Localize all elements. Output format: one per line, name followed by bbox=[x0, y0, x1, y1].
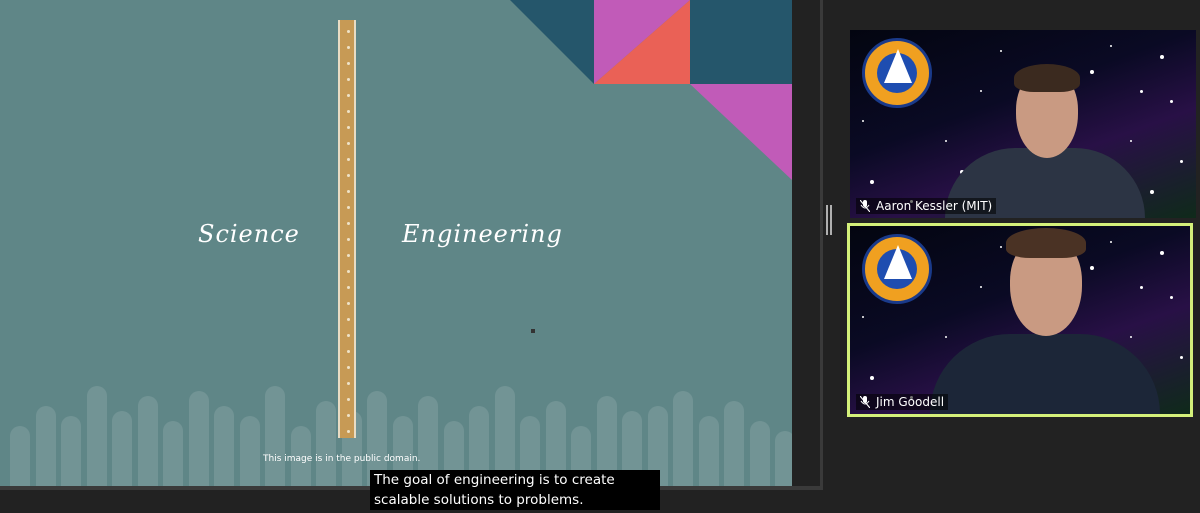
ruler-tick bbox=[347, 286, 350, 289]
decorative-bar bbox=[112, 411, 132, 486]
ruler-tick bbox=[347, 382, 350, 385]
ruler-tick bbox=[347, 398, 350, 401]
slide-word-science: Science bbox=[198, 220, 300, 248]
ruler-tick bbox=[347, 318, 350, 321]
star bbox=[870, 376, 874, 380]
topkit-workshop-badge-icon bbox=[862, 38, 932, 108]
star bbox=[980, 286, 982, 288]
star bbox=[1180, 356, 1183, 359]
decorative-bar bbox=[698, 416, 719, 486]
star bbox=[1140, 90, 1143, 93]
ruler-tick bbox=[347, 350, 350, 353]
magenta-corner-triangle bbox=[690, 84, 792, 180]
decorative-bar bbox=[61, 416, 81, 486]
star bbox=[1160, 251, 1164, 255]
star bbox=[1000, 50, 1002, 52]
decorative-bar bbox=[188, 391, 209, 486]
ruler-tick bbox=[347, 158, 350, 161]
ruler-tick bbox=[347, 414, 350, 417]
star bbox=[1130, 140, 1132, 142]
ruler-tick bbox=[347, 110, 350, 113]
ruler-tick bbox=[347, 222, 350, 225]
ruler-tick bbox=[347, 62, 350, 65]
panel-resize-handle[interactable] bbox=[826, 205, 832, 235]
decorative-bar bbox=[724, 401, 744, 486]
star bbox=[1170, 100, 1173, 103]
image-credit-note: This image is in the public domain. bbox=[263, 454, 421, 464]
ruler-tick bbox=[347, 30, 350, 33]
ruler-tick bbox=[347, 430, 350, 433]
decorative-bar bbox=[239, 416, 260, 486]
ruler-tick bbox=[347, 302, 350, 305]
star bbox=[1150, 190, 1154, 194]
decorative-bar bbox=[214, 406, 234, 486]
star bbox=[1170, 296, 1173, 299]
decorative-bar bbox=[10, 426, 30, 486]
ruler-tick bbox=[347, 254, 350, 257]
participant-name-label: Jim Goodell bbox=[856, 394, 949, 410]
ruler-tick bbox=[347, 46, 350, 49]
ruler-tick bbox=[347, 334, 350, 337]
ruler-tick bbox=[347, 206, 350, 209]
star bbox=[1090, 266, 1094, 270]
navy-triangle bbox=[510, 0, 594, 84]
participant-name: Jim Goodell bbox=[876, 395, 945, 409]
decorative-bar bbox=[316, 401, 336, 486]
decorative-bar bbox=[137, 396, 158, 486]
video-tile-aaron-kessler[interactable]: Aaron Kessler (MIT) bbox=[850, 30, 1196, 218]
shared-slide: Science Engineering This image is in the… bbox=[0, 0, 792, 486]
decorative-bar bbox=[86, 386, 107, 486]
participant-name-label: Aaron Kessler (MIT) bbox=[856, 198, 997, 214]
decorative-bar bbox=[163, 421, 183, 486]
ruler-tick bbox=[347, 366, 350, 369]
ruler-tick bbox=[347, 142, 350, 145]
star bbox=[945, 336, 947, 338]
decorative-bar bbox=[749, 421, 770, 486]
muted-mic-icon bbox=[860, 396, 870, 408]
star bbox=[1160, 55, 1164, 59]
video-tile-jim-goodell[interactable]: Jim Goodell bbox=[847, 223, 1193, 417]
star bbox=[862, 316, 864, 318]
star bbox=[1000, 246, 1002, 248]
share-frame-right-edge bbox=[820, 0, 823, 490]
star bbox=[1130, 336, 1132, 338]
ruler-tick bbox=[347, 126, 350, 129]
star bbox=[1090, 70, 1094, 74]
navy-block bbox=[690, 0, 792, 84]
topkit-workshop-badge-icon bbox=[862, 234, 932, 304]
ruler-tick bbox=[347, 78, 350, 81]
decorative-bar bbox=[265, 386, 285, 486]
star bbox=[1110, 45, 1112, 47]
live-caption: The goal of engineering is to create sca… bbox=[370, 470, 660, 510]
decorative-bar bbox=[35, 406, 56, 486]
ruler-image bbox=[338, 20, 356, 438]
ruler-tick bbox=[347, 238, 350, 241]
participant-video-jim bbox=[930, 334, 1160, 414]
slide-word-engineering: Engineering bbox=[402, 220, 563, 248]
ruler-tick bbox=[347, 270, 350, 273]
star bbox=[1180, 160, 1183, 163]
mouse-pointer bbox=[531, 329, 535, 333]
muted-mic-icon bbox=[860, 200, 870, 212]
star bbox=[862, 120, 864, 122]
ruler-tick bbox=[347, 94, 350, 97]
ruler-tick bbox=[347, 190, 350, 193]
star bbox=[1140, 286, 1143, 289]
star bbox=[980, 90, 982, 92]
star bbox=[1110, 241, 1112, 243]
decorative-bar bbox=[673, 391, 693, 486]
decorative-bar bbox=[775, 431, 792, 486]
participant-name: Aaron Kessler (MIT) bbox=[876, 199, 993, 213]
star bbox=[945, 140, 947, 142]
star bbox=[870, 180, 874, 184]
ruler-tick bbox=[347, 174, 350, 177]
